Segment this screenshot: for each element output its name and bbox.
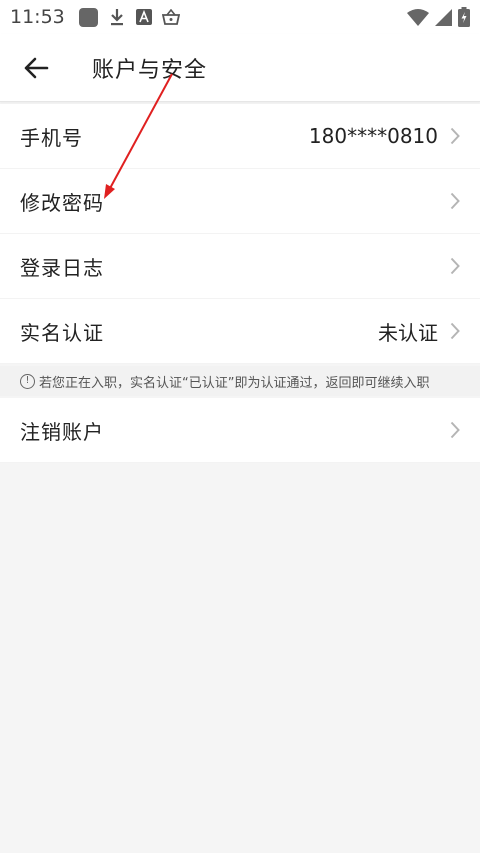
chevron-right-icon	[450, 257, 460, 275]
row-label: 手机号	[20, 125, 83, 150]
app-header: 账户与安全	[0, 34, 480, 102]
status-bar: 11:53	[0, 0, 480, 34]
download-icon	[110, 9, 123, 26]
basket-icon	[161, 9, 180, 25]
battery-icon	[458, 7, 470, 27]
notice-text: 若您正在入职，实名认证“已认证”即为认证通过，返回即可继续入职	[39, 375, 430, 391]
row-label: 修改密码	[20, 190, 104, 215]
wifi-icon	[407, 8, 429, 26]
row-label: 登录日志	[20, 255, 104, 280]
chevron-right-icon	[450, 322, 460, 340]
back-button[interactable]	[0, 34, 72, 102]
verification-notice: ! 若您正在入职，实名认证“已认证”即为认证通过，返回即可继续入职	[0, 366, 480, 396]
page-title: 账户与安全	[92, 57, 208, 83]
settings-list-secondary: 注销账户	[0, 398, 480, 463]
row-label: 实名认证	[20, 320, 104, 345]
chevron-right-icon	[450, 192, 460, 210]
settings-list: 手机号 180****0810 修改密码 登录日志 实名认证 未认证	[0, 104, 480, 364]
app-square-icon	[78, 7, 98, 27]
row-label: 注销账户	[20, 419, 104, 444]
row-real-name-verification[interactable]: 实名认证 未认证	[0, 299, 480, 364]
signal-icon	[435, 8, 452, 26]
row-value: 未认证	[378, 320, 438, 345]
notification-icons	[78, 7, 180, 27]
row-close-account[interactable]: 注销账户	[0, 398, 480, 463]
system-icons	[407, 7, 470, 27]
row-login-log[interactable]: 登录日志	[0, 234, 480, 299]
info-icon: !	[20, 373, 35, 389]
chevron-right-icon	[450, 127, 460, 145]
chevron-right-icon	[450, 421, 460, 439]
row-change-password[interactable]: 修改密码	[0, 169, 480, 234]
row-phone-number[interactable]: 手机号 180****0810	[0, 104, 480, 169]
font-app-icon	[135, 9, 152, 25]
arrow-left-icon	[24, 57, 49, 78]
row-value: 180****0810	[308, 124, 438, 148]
status-time: 11:53	[10, 6, 65, 28]
